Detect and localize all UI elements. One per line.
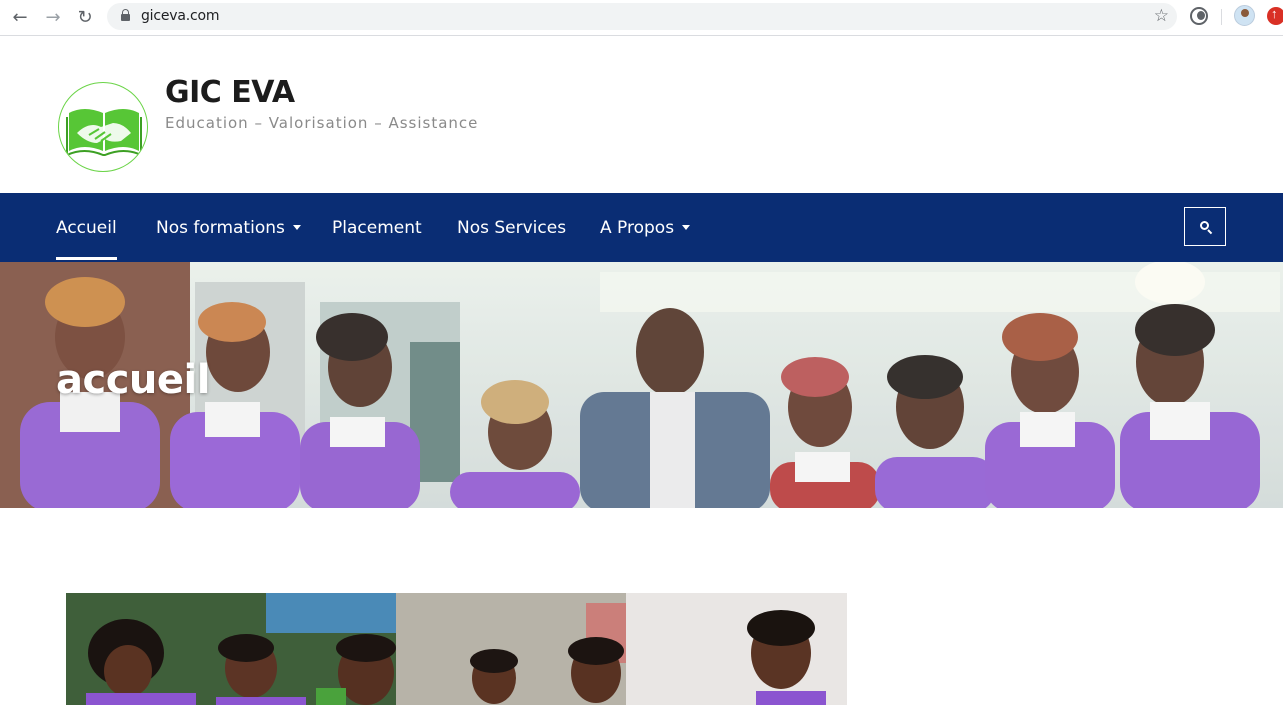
nav-label: A Propos (600, 217, 675, 238)
lock-icon[interactable] (121, 9, 130, 21)
site-title[interactable]: GIC EVA (165, 75, 295, 110)
browser-toolbar: ← → ↻ giceva.com ☆ (0, 0, 1283, 36)
address-bar[interactable]: giceva.com ☆ (107, 3, 1177, 30)
page-title: accueil (56, 357, 210, 403)
site-tagline: Education – Valorisation – Assistance (165, 114, 479, 132)
nav-item-a-propos[interactable]: A Propos (600, 193, 691, 262)
hero-banner: accueil (0, 262, 1283, 508)
nav-label: Nos formations (156, 217, 285, 238)
nav-item-nos-services[interactable]: Nos Services (457, 193, 566, 262)
nav-label: Accueil (56, 217, 117, 238)
handshake-book-icon (66, 109, 142, 157)
forward-icon[interactable]: → (41, 6, 65, 28)
search-button[interactable] (1184, 207, 1226, 246)
students-group-photo (66, 593, 847, 705)
caret-down-icon (682, 225, 691, 230)
url-text[interactable]: giceva.com (141, 8, 220, 24)
nav-item-nos-formations[interactable]: Nos formations (156, 193, 301, 262)
nav-label: Placement (332, 217, 422, 238)
profile-avatar[interactable] (1234, 5, 1255, 26)
site-header: GIC EVA Education – Valorisation – Assis… (0, 37, 1283, 193)
site-logo[interactable] (58, 82, 148, 172)
main-navigation: Accueil Nos formations Placement Nos Ser… (0, 193, 1283, 262)
extension-red-icon[interactable] (1267, 6, 1283, 25)
nav-label: Nos Services (457, 217, 567, 238)
caret-down-icon (292, 225, 301, 230)
back-icon[interactable]: ← (8, 6, 32, 28)
dark-mode-extension-icon[interactable] (1190, 7, 1208, 25)
star-icon[interactable]: ☆ (1154, 6, 1169, 26)
toolbar-divider (1221, 9, 1222, 25)
nav-item-placement[interactable]: Placement (332, 193, 422, 262)
reload-icon[interactable]: ↻ (73, 6, 97, 28)
nav-item-accueil[interactable]: Accueil (56, 193, 117, 262)
content-image[interactable] (66, 593, 847, 705)
